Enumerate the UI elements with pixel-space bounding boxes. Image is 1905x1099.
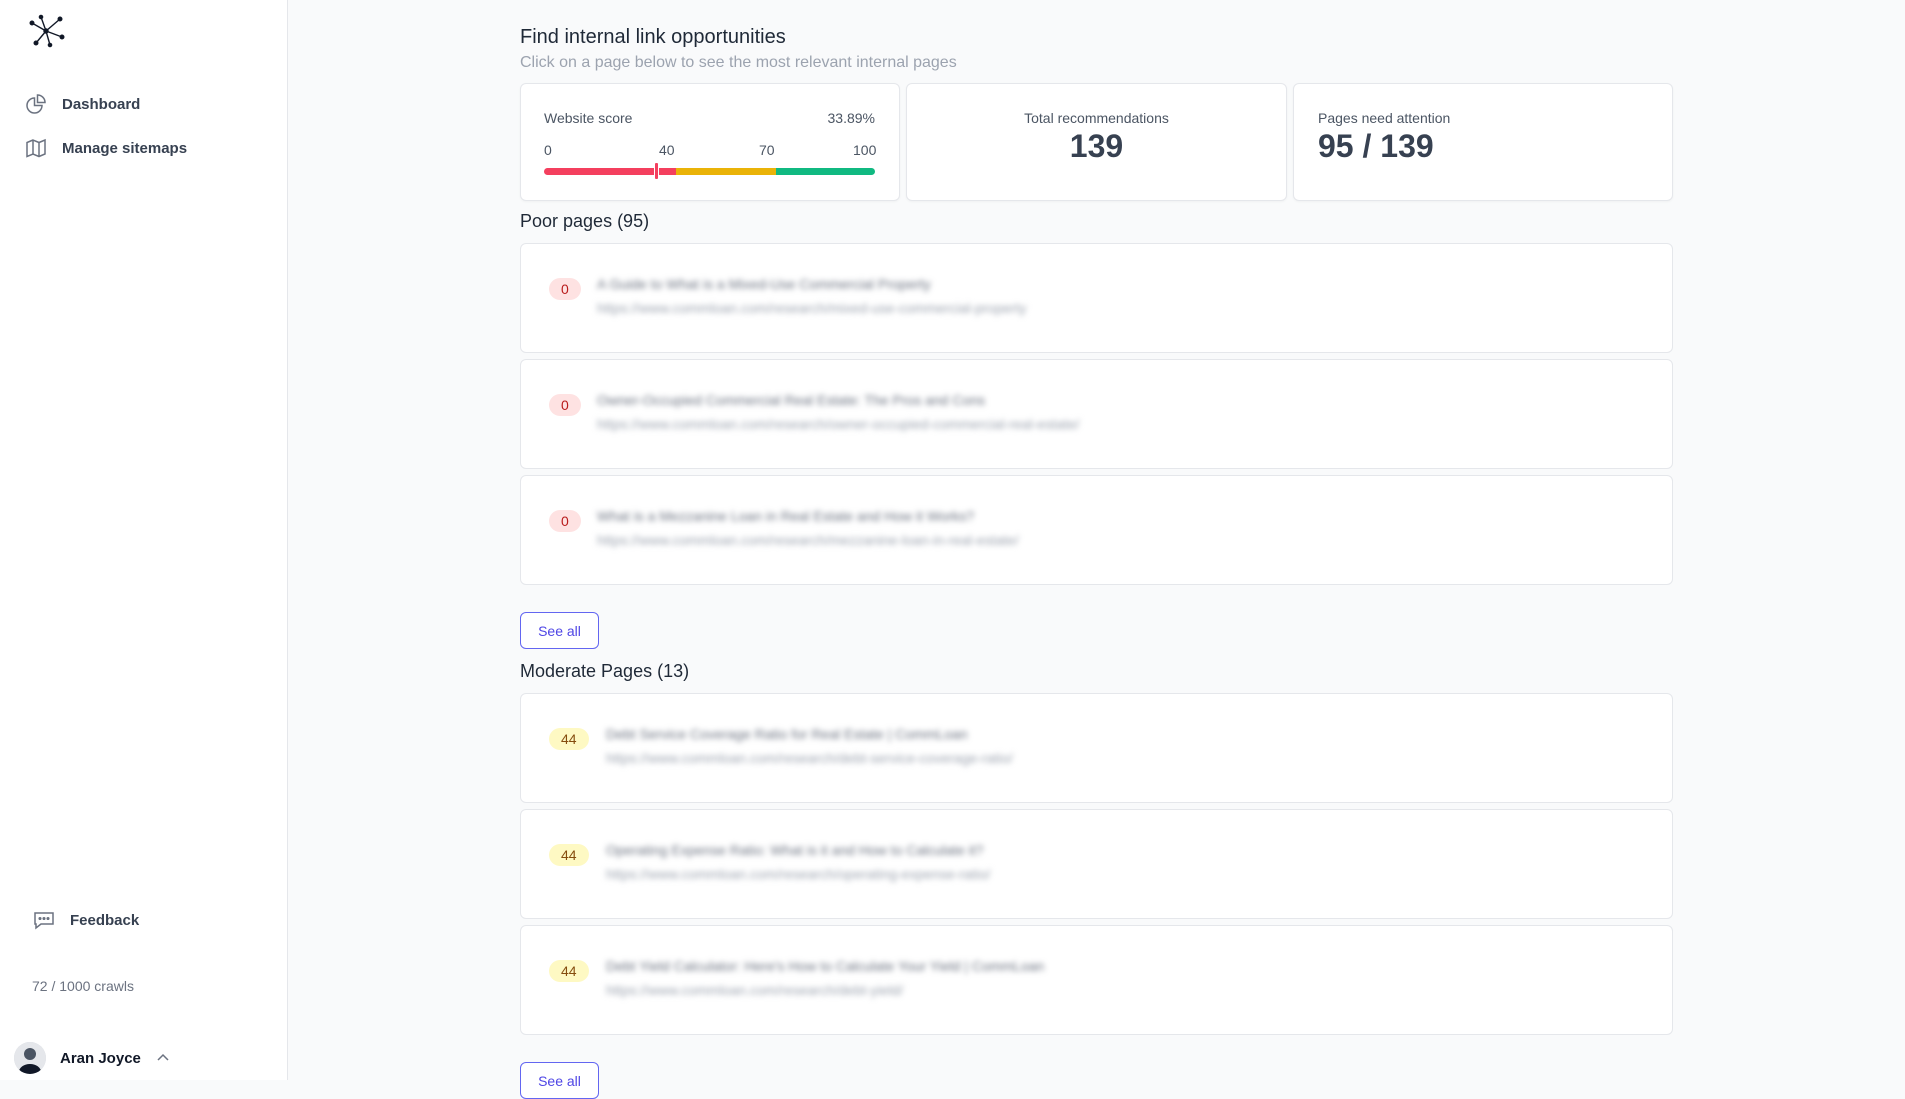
page-url-text: https://www.commloan.com/research/mixed-… [597,300,1027,316]
website-score-label: Website score [544,110,633,126]
crawl-usage: 72 / 1000 crawls [32,978,134,994]
feedback-label: Feedback [70,911,140,929]
nav-sitemaps-label: Manage sitemaps [62,139,188,157]
score-badge: 0 [549,394,581,416]
nav-manage-sitemaps[interactable]: Manage sitemaps [24,132,187,164]
score-tick: 40 [659,142,675,158]
chat-bubble-icon [34,912,54,930]
feedback-button[interactable]: Feedback [32,904,139,936]
page-row[interactable]: 0 A Guide to What is a Mixed-Use Commerc… [520,243,1673,353]
moderate-see-all-button[interactable]: See all [520,1062,599,1099]
score-badge: 0 [549,278,581,300]
pages-need-attention-label: Pages need attention [1318,110,1451,126]
score-tick: 0 [544,142,552,158]
avatar [14,1042,46,1074]
pie-chart-icon [26,94,46,114]
pages-need-attention-value: 95 / 139 [1318,128,1434,164]
score-badge: 44 [549,728,589,750]
user-menu[interactable]: Aran Joyce [14,1042,171,1074]
page-row[interactable]: 44 Operating Expense Ratio: What is it a… [520,809,1673,919]
page-url-text: https://www.commloan.com/research/mezzan… [597,532,1019,548]
score-badge: 44 [549,844,589,866]
network-logo-icon[interactable] [28,14,66,48]
nav-dashboard-label: Dashboard [62,95,141,113]
total-recommendations-label: Total recommendations [1024,110,1169,126]
website-score-value: 33.89% [827,110,875,126]
page-url-text: https://www.commloan.com/research/operat… [606,866,991,882]
page-title-text: Debt Service Coverage Ratio for Real Est… [606,726,968,742]
chevron-up-icon [157,1053,169,1061]
score-tick: 100 [853,142,877,158]
score-badge: 0 [549,510,581,532]
page-title: Find internal link opportunities [520,26,786,48]
poor-pages-heading: Poor pages (95) [520,211,650,231]
nav-dashboard[interactable]: Dashboard [24,88,140,120]
page-title-text: Owner-Occupied Commercial Real Estate: T… [597,392,986,408]
page-row[interactable]: 44 Debt Service Coverage Ratio for Real … [520,693,1673,803]
map-icon [26,138,46,158]
page-row[interactable]: 0 What is a Mezzanine Loan in Real Estat… [520,475,1673,585]
page-subtitle: Click on a page below to see the most re… [520,54,957,71]
page-title-text: A Guide to What is a Mixed-Use Commercia… [597,276,931,292]
sidebar: Dashboard Manage sitemaps Feedback 72 / … [0,0,288,1080]
page-title-text: Operating Expense Ratio: What is it and … [606,842,984,858]
score-bar-good-segment [775,168,875,175]
user-name: Aran Joyce [60,1049,141,1067]
pages-need-attention-card: Pages need attention 95 / 139 [1293,83,1673,201]
total-recommendations-card: Total recommendations 139 [906,83,1287,201]
score-marker [653,162,659,180]
poor-see-all-button[interactable]: See all [520,612,599,649]
page-url-text: https://www.commloan.com/research/owner-… [597,416,1080,432]
website-score-card: Website score 33.89% 0 40 70 100 [520,83,900,201]
total-recommendations-value: 139 [1069,128,1124,164]
page-row[interactable]: 44 Debt Yield Calculator: Here's How to … [520,925,1673,1035]
page-row[interactable]: 0 Owner-Occupied Commercial Real Estate:… [520,359,1673,469]
score-tick: 70 [759,142,775,158]
score-bar-moderate-segment [676,168,776,175]
score-badge: 44 [549,960,589,982]
page-url-text: https://www.commloan.com/research/debt-s… [606,750,1013,766]
score-bar [544,162,875,180]
moderate-pages-heading: Moderate Pages (13) [520,661,690,681]
page-url-text: https://www.commloan.com/research/debt-y… [606,982,904,998]
page-title-text: Debt Yield Calculator: Here's How to Cal… [606,958,1045,974]
page-title-text: What is a Mezzanine Loan in Real Estate … [597,508,975,524]
